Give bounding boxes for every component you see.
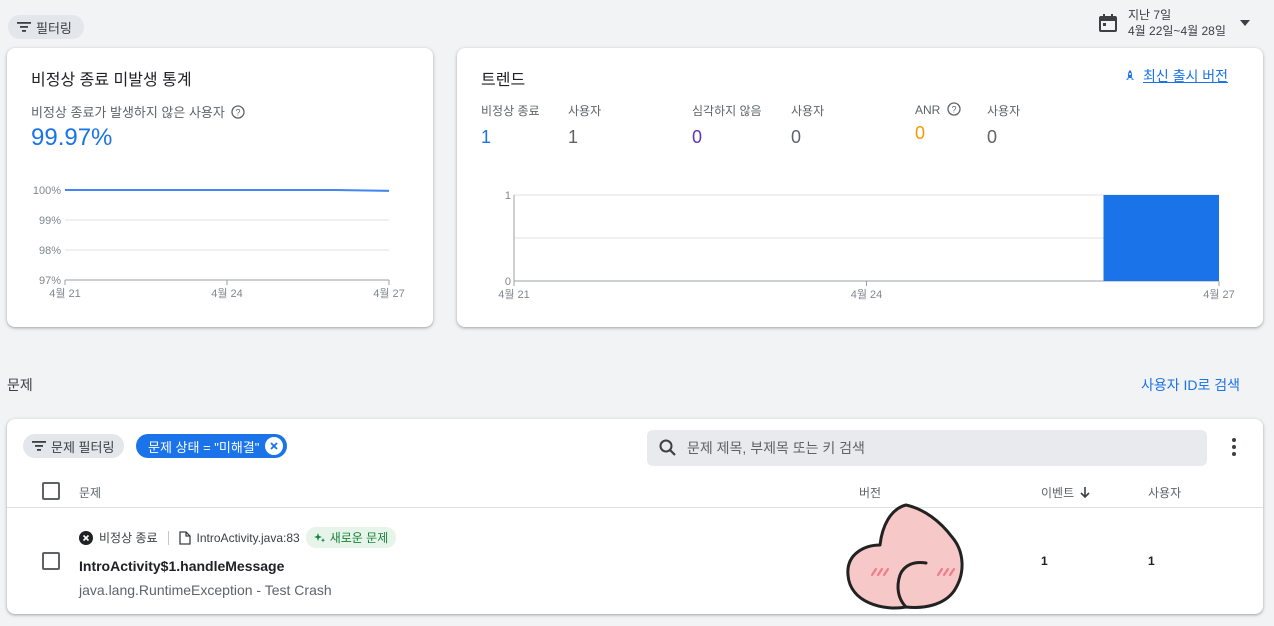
crash-free-title: 비정상 종료 미발생 통계 [31, 72, 192, 89]
file-icon [178, 530, 191, 545]
x-tick-label: 4월 27 [373, 287, 405, 300]
issues-section-title: 문제 [7, 377, 33, 393]
issue-meta: 비정상 종료 IntroActivity.java:83 새로운 문제 [79, 527, 397, 548]
y-tick-label: 0 [505, 276, 511, 288]
trend-stat-nonfatal: 심각하지 않음 0 [692, 102, 762, 148]
trend-stat-anr: ANR ? 0 [915, 102, 961, 144]
trend-stat-label: 사용자 [987, 104, 1021, 118]
y-tick-label: 97% [39, 275, 61, 287]
rocket-icon [1126, 70, 1134, 80]
new-issue-badge: 새로운 문제 [305, 527, 397, 548]
issue-title[interactable]: IntroActivity$1.handleMessage [79, 558, 284, 574]
issue-status-filter-chip[interactable]: 문제 상태 = "미해결" [136, 434, 288, 458]
row-checkbox[interactable] [42, 552, 60, 570]
trend-stat-value: 0 [987, 127, 998, 147]
issue-subtitle: java.lang.RuntimeException - Test Crash [79, 582, 332, 598]
trend-chart: 1 04월 21 4월 24 4월 27 [498, 190, 1235, 301]
trend-stat-label: ANR ? [915, 102, 961, 117]
x-tick-label: 4월 24 [211, 287, 243, 300]
issue-status-filter-label: 문제 상태 = "미해결" [148, 439, 260, 455]
meta-separator [167, 530, 169, 545]
more-options-icon[interactable] [1231, 437, 1237, 457]
trend-title: 트렌드 [481, 72, 526, 89]
latest-release-link[interactable]: 최신 출시 버전 [1123, 66, 1228, 86]
trend-stat-value: 0 [791, 127, 802, 147]
issue-search-box[interactable]: 문제 제목, 부제목 또는 키 검색 [647, 430, 1207, 466]
x-tick-label: 4월 21 [498, 288, 530, 301]
crash-free-users-label-text: 비정상 종료가 발생하지 않은 사용자 [31, 105, 225, 120]
calendar-icon [1099, 14, 1117, 32]
dropdown-arrow-icon [1239, 20, 1250, 26]
trend-stat-value: 1 [481, 127, 492, 147]
trend-stat-anr-users: 사용자 0 [987, 102, 1020, 148]
x-tick-label: 4월 24 [851, 288, 883, 301]
trend-stat-anr-label: ANR [915, 103, 941, 117]
trend-stat-value: 1 [568, 127, 579, 147]
y-tick-label: 98% [39, 245, 61, 257]
trend-stat-label: 심각하지 않음 [692, 104, 762, 118]
issue-events-count: 1 [1041, 554, 1048, 568]
table-row[interactable]: 비정상 종료 IntroActivity.java:83 새로운 문제 Intr… [7, 508, 1263, 614]
trend-card: 트렌드 최신 출시 버전 비정상 종료 1 사용자 1 심각하지 않음 0 사용… [457, 48, 1263, 327]
crash-free-series-line [65, 189, 390, 192]
svg-text:?: ? [951, 105, 956, 115]
close-icon[interactable] [265, 437, 284, 455]
select-all-checkbox[interactable] [42, 482, 60, 500]
column-header-users[interactable]: 사용자 [1148, 484, 1181, 501]
y-tick-label: 99% [39, 215, 61, 227]
y-tick-label: 1 [505, 190, 511, 202]
issue-type: 비정상 종료 [99, 531, 158, 545]
trend-stat-label: 사용자 [791, 104, 825, 118]
trend-stat-label: 사용자 [568, 104, 602, 118]
trend-stat-label: 비정상 종료 [481, 104, 540, 118]
issue-search-input[interactable]: 문제 제목, 부제목 또는 키 검색 [687, 438, 865, 458]
trend-stat-value: 0 [915, 123, 926, 143]
y-tick-label: 100% [33, 185, 61, 197]
crash-free-chart: 100% 99% 98% 97%4월 21 4월 24 4월 27 [33, 185, 405, 300]
filter-chip[interactable]: 필터링 [8, 15, 84, 39]
issue-filter-chip[interactable]: 문제 필터링 [23, 434, 125, 458]
search-by-user-id-link[interactable]: 사용자 ID로 검색 [1141, 375, 1240, 395]
latest-release-label: 최신 출시 버전 [1143, 68, 1229, 84]
crash-free-value: 99.97% [31, 124, 113, 151]
column-header-events[interactable]: 이벤트 [1041, 484, 1090, 501]
filter-chip-label: 필터링 [36, 20, 72, 36]
trend-stat-value: 0 [692, 127, 703, 147]
issues-card: 문제 필터링 문제 상태 = "미해결" 문제 제목, 부제목 또는 키 검색 … [7, 419, 1263, 614]
column-header-events-label: 이벤트 [1041, 486, 1075, 500]
trend-stat-nonfatal-users: 사용자 0 [791, 102, 824, 148]
column-header-issue[interactable]: 문제 [79, 484, 101, 501]
column-header-version[interactable]: 버전 [859, 484, 881, 501]
help-icon[interactable]: ? [947, 102, 961, 116]
sparkle-icon [313, 532, 325, 542]
date-range-dates: 4월 22일~4월 28일 [1128, 24, 1226, 38]
crash-icon [79, 530, 93, 545]
date-range-selector[interactable]: 지난 7일 4월 22일~4월 28일 [1098, 7, 1250, 39]
sort-arrow-down-icon [1080, 486, 1090, 498]
issue-users-count: 1 [1148, 554, 1155, 568]
trend-stat-crashes: 비정상 종료 1 [481, 102, 540, 148]
crash-free-card: 비정상 종료 미발생 통계 비정상 종료가 발생하지 않은 사용자 ? 99.9… [7, 48, 433, 327]
help-icon[interactable]: ? [231, 105, 246, 119]
x-tick-label: 4월 27 [1203, 288, 1235, 301]
trend-stat-crash-users: 사용자 1 [568, 102, 601, 148]
filter-icon [32, 441, 46, 451]
svg-text:?: ? [236, 108, 241, 118]
peach-sticker [846, 503, 964, 610]
x-tick-label: 4월 21 [49, 287, 81, 300]
new-issue-badge-label: 새로운 문제 [329, 531, 389, 545]
issue-filter-label: 문제 필터링 [51, 439, 115, 455]
crash-free-users-label: 비정상 종료가 발생하지 않은 사용자 ? [31, 102, 246, 121]
filter-icon [17, 22, 31, 32]
issue-file: IntroActivity.java:83 [196, 530, 300, 545]
date-range-title: 지난 7일 [1128, 8, 1172, 22]
bar [1103, 195, 1219, 281]
search-icon [659, 439, 676, 456]
